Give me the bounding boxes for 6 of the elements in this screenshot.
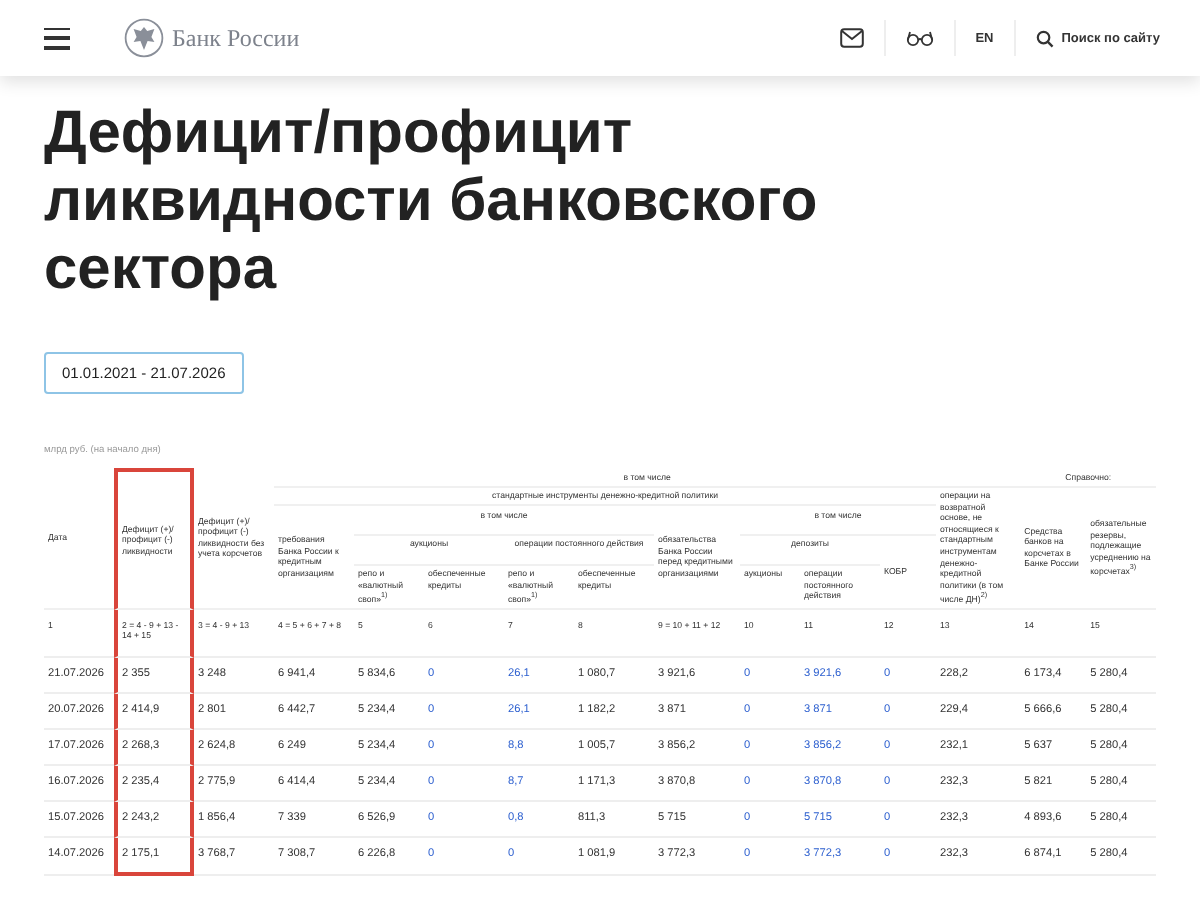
mail-icon[interactable] [839,28,864,48]
search-icon [1035,29,1054,47]
glasses-icon[interactable] [905,29,934,47]
menu-icon[interactable] [44,27,70,49]
page-title: Дефицит/профицит ликвидности банковского сектора [44,100,820,304]
bank-logo-text[interactable]: Банк России [172,23,300,53]
